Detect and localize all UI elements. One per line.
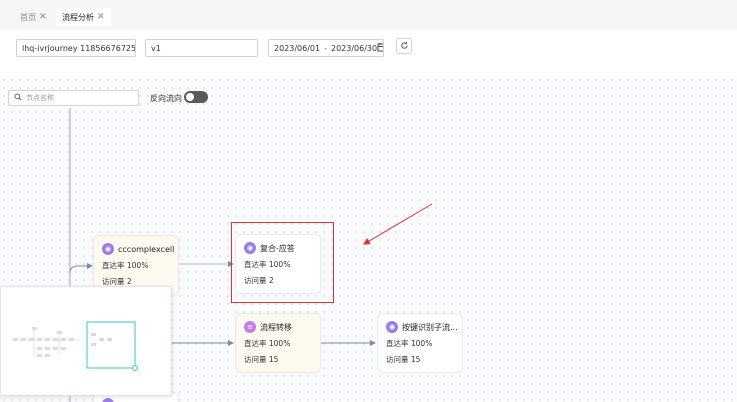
node-title: cccomplexcell <box>118 244 175 254</box>
node-rate: 直达率 100% <box>386 339 433 348</box>
reverse-flow-label: 反向流向 <box>150 94 182 103</box>
minimap-graph <box>11 321 138 371</box>
journey-select[interactable]: lhq-ivrjourney 118566767254153 <box>16 39 136 57</box>
close-icon[interactable]: ✕ <box>97 12 105 22</box>
transfer-icon: ≡ <box>244 321 256 333</box>
date-start: 2023/06/01 <box>274 43 321 53</box>
refresh-button[interactable] <box>396 38 412 54</box>
filter-bar: lhq-ivrjourney 118566767254153 v1 2023/0… <box>0 30 737 65</box>
tab-flow-analysis-label: 流程分析 <box>62 12 94 22</box>
flow-node-icon <box>102 398 114 402</box>
calendar-icon[interactable] <box>377 42 383 54</box>
node-title: 按键识别子流... <box>402 322 458 332</box>
minimap-resize-handle <box>132 365 138 371</box>
refresh-icon <box>400 41 409 52</box>
node-visits: 访问量 15 <box>244 355 279 364</box>
version-select[interactable]: v1 <box>145 39 258 57</box>
date-range-picker[interactable]: 2023/06/01 - 2023/06/30 <box>268 39 384 57</box>
search-placeholder: 节点名称 <box>26 94 54 102</box>
tab-bar: 首页 ✕ 流程分析 ✕ <box>0 0 737 30</box>
tab-home[interactable]: 首页 ✕ <box>14 8 53 26</box>
minimap[interactable] <box>0 286 172 396</box>
version-value: v1 <box>151 43 161 53</box>
node-visits: 访问量 15 <box>386 355 421 364</box>
date-separator: - <box>324 43 327 53</box>
date-end: 2023/06/30 <box>331 43 378 53</box>
journey-value: lhq-ivrjourney 118566767254153 <box>22 43 136 53</box>
highlight-box <box>231 222 334 303</box>
flow-node-icon: ◉ <box>102 243 114 255</box>
tab-home-label: 首页 <box>20 12 36 22</box>
node-rate: 直达率 100% <box>102 261 149 270</box>
node-title: 流程转移 <box>260 322 292 332</box>
reverse-flow-toggle[interactable] <box>184 91 208 103</box>
close-icon[interactable]: ✕ <box>39 12 47 22</box>
search-icon <box>14 93 22 103</box>
node-search-input[interactable]: 节点名称 <box>8 90 139 106</box>
toggle-knob <box>186 93 194 101</box>
node-flow-transfer[interactable]: ≡ 流程转移 直达率 100% 访问量 15 <box>235 313 321 373</box>
node-rate: 直达率 100% <box>244 339 291 348</box>
tab-flow-analysis[interactable]: 流程分析 ✕ <box>56 8 111 26</box>
flow-node-icon: ◉ <box>386 321 398 333</box>
node-keypress-subflow[interactable]: ◉ 按键识别子流... 直达率 100% 访问量 15 <box>377 313 463 373</box>
